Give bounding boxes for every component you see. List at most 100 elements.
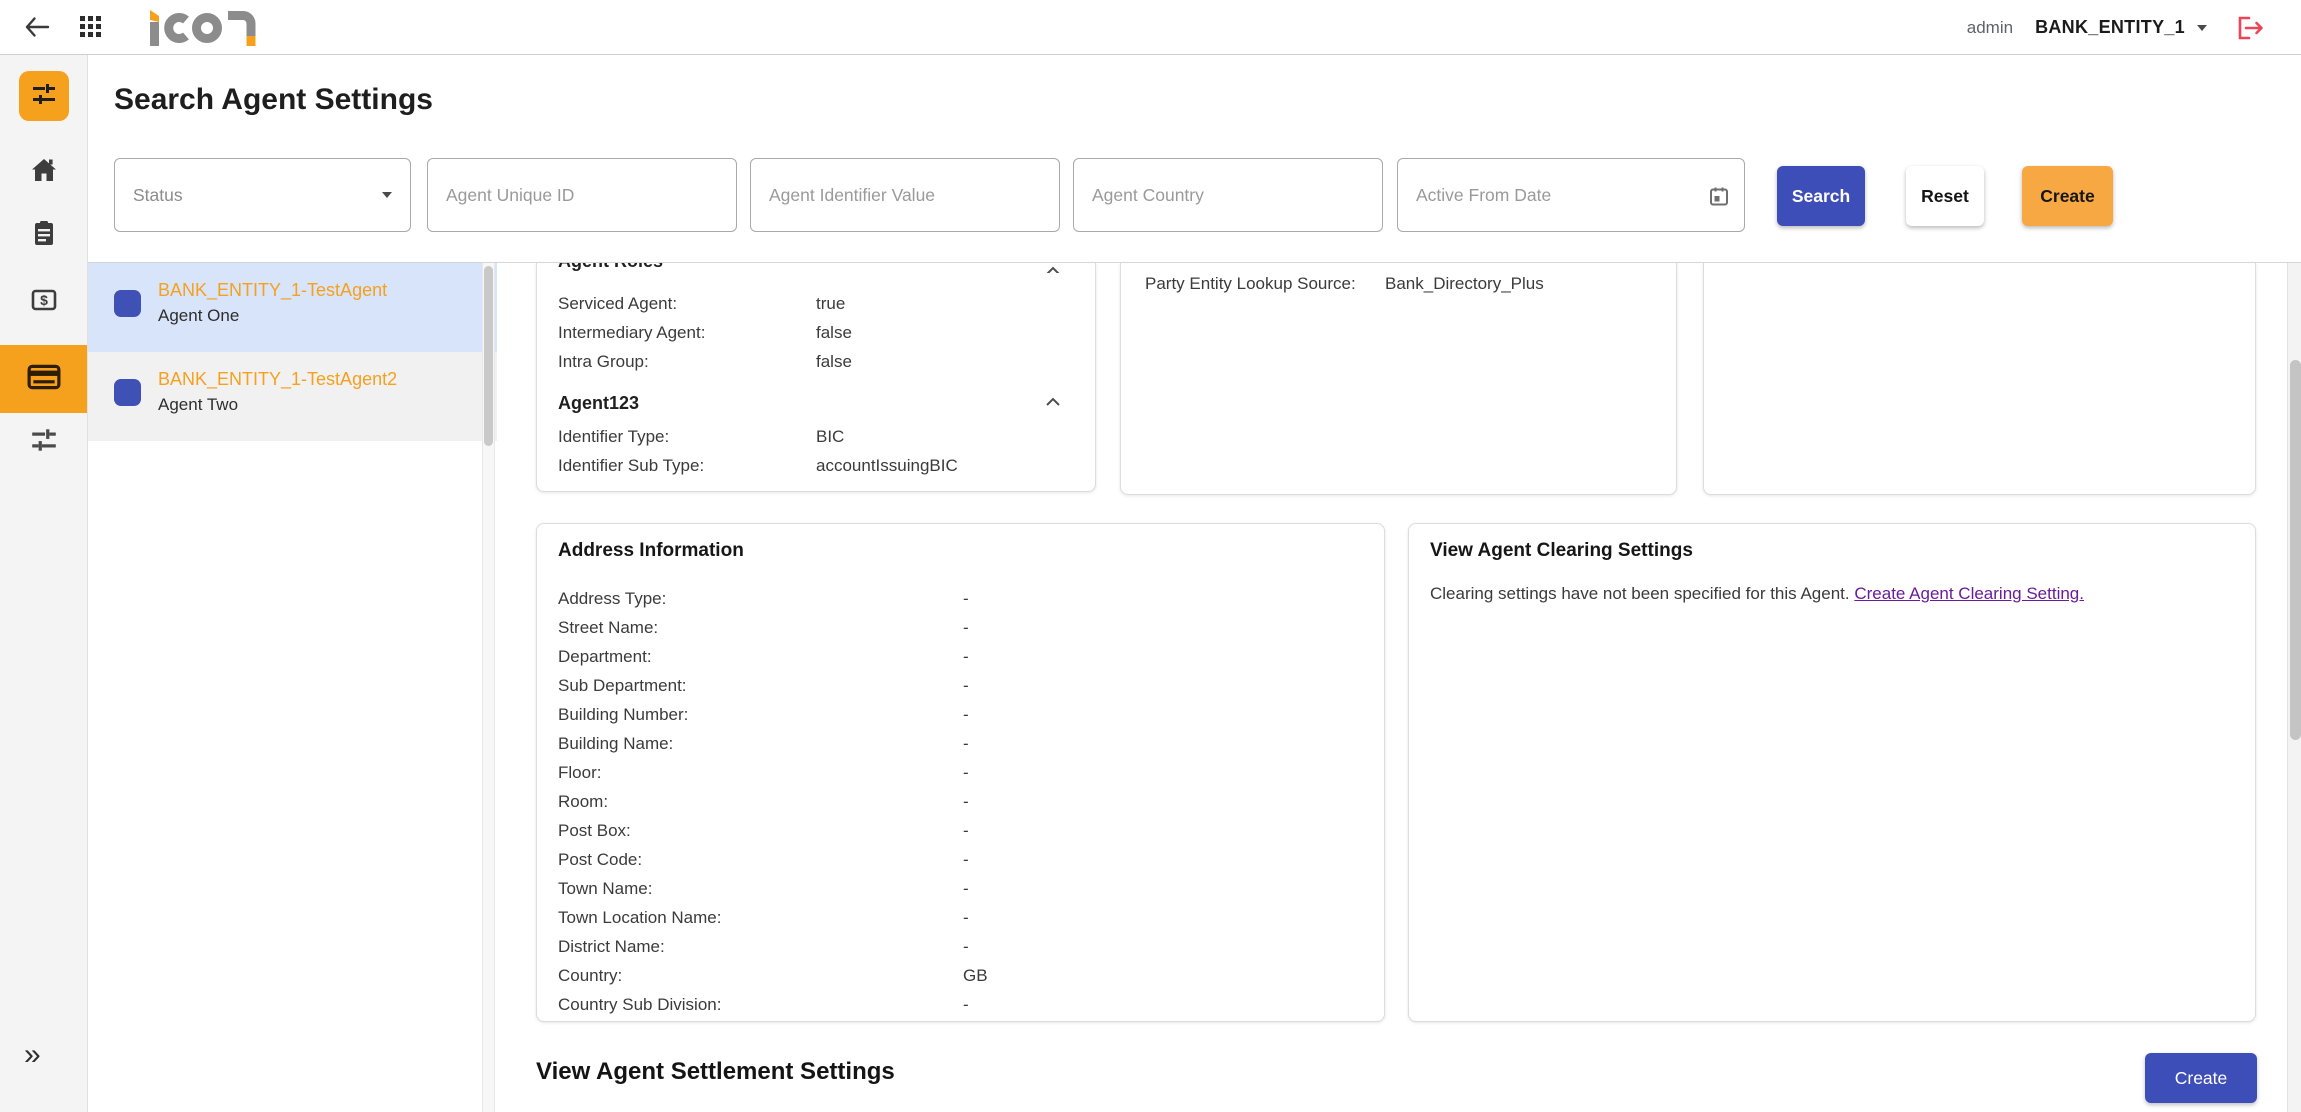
entity-selector[interactable]: BANK_ENTITY_1 — [2035, 17, 2207, 38]
active-from-date-field-wrap — [1397, 158, 1745, 232]
sidebar-expand-icon[interactable]: » — [24, 1040, 41, 1070]
active-from-date-input[interactable] — [1398, 159, 1744, 231]
chevron-down-icon — [382, 192, 392, 198]
field-label: Street Name: — [558, 618, 963, 638]
sidebar-item-payments[interactable]: $ — [30, 287, 58, 318]
settlement-create-button[interactable]: Create — [2145, 1053, 2257, 1103]
agent-status-badge — [114, 290, 141, 317]
agent-list-item[interactable]: BANK_ENTITY_1-TestAgent2 Agent Two — [88, 352, 497, 441]
sidebar-item-home[interactable] — [28, 155, 60, 190]
agent-identifier-value-input[interactable] — [751, 159, 1059, 231]
settlement-section-title: View Agent Settlement Settings — [536, 1058, 895, 1086]
field-label: Post Code: — [558, 850, 963, 870]
field-value: GB — [963, 966, 988, 986]
field-row: District Name: - — [558, 932, 1360, 961]
field-row: Post Code: - — [558, 845, 1360, 874]
sidebar-item-agent-settings[interactable] — [19, 71, 69, 121]
address-information-card: Address Information Address Type: - Stre… — [536, 523, 1385, 1022]
sidebar-item-settings[interactable] — [29, 425, 59, 460]
clipboard-icon — [30, 234, 58, 251]
field-value: - — [963, 618, 969, 638]
sidebar-item-accounts-active[interactable] — [0, 345, 87, 413]
agent-list-scrollbar-thumb[interactable] — [484, 266, 493, 446]
agent-status-badge — [114, 379, 141, 406]
agent-roles-card: Agent Roles Serviced Agent: true Interme… — [536, 263, 1096, 492]
field-row: Room: - — [558, 787, 1360, 816]
field-label: Country Sub Division: — [558, 995, 963, 1015]
search-button[interactable]: Search — [1777, 166, 1865, 226]
tune-icon — [30, 80, 58, 113]
field-label: Identifier Sub Type: — [558, 456, 816, 476]
field-label: Room: — [558, 792, 963, 812]
field-value: - — [963, 879, 969, 899]
field-row: Town Name: - — [558, 874, 1360, 903]
create-clearing-setting-link[interactable]: Create Agent Clearing Setting. — [1854, 584, 2084, 603]
field-row: Building Name: - — [558, 729, 1360, 758]
tune-icon — [29, 442, 59, 459]
field-value: - — [963, 589, 969, 609]
create-button[interactable]: Create — [2022, 166, 2113, 226]
chevron-up-icon[interactable] — [1045, 263, 1061, 273]
status-select[interactable]: Status — [114, 158, 411, 232]
field-value: - — [963, 821, 969, 841]
field-label: Building Number: — [558, 705, 963, 725]
field-row: Address Type: - — [558, 584, 1360, 613]
field-value: false — [816, 323, 852, 343]
field-value: - — [963, 850, 969, 870]
field-label: Identifier Type: — [558, 427, 816, 447]
clearing-card-title: View Agent Clearing Settings — [1430, 540, 2231, 562]
field-row: Town Location Name: - — [558, 903, 1360, 932]
agent-unique-id-input[interactable] — [428, 159, 736, 231]
field-label: Post Box: — [558, 821, 963, 841]
field-row: Country Sub Division: - — [558, 990, 1360, 1019]
field-label: Town Name: — [558, 879, 963, 899]
field-row: Country: GB — [558, 961, 1360, 990]
field-value: - — [963, 734, 969, 754]
content-scrollbar — [2287, 263, 2301, 1112]
page-title: Search Agent Settings — [114, 83, 433, 117]
field-row: Floor: - — [558, 758, 1360, 787]
logout-icon[interactable] — [2235, 15, 2265, 41]
field-label: Sub Department: — [558, 676, 963, 696]
field-row: Street Name: - — [558, 613, 1360, 642]
calendar-icon[interactable] — [1708, 185, 1730, 207]
field-value: - — [963, 937, 969, 957]
user-role-label: admin — [1967, 18, 2013, 38]
results-body: BANK_ENTITY_1-TestAgent Agent One BANK_E… — [88, 263, 2301, 1112]
chevron-down-icon — [2197, 25, 2207, 31]
back-arrow-icon[interactable] — [24, 16, 50, 38]
content-scrollbar-thumb[interactable] — [2290, 360, 2301, 740]
field-value: false — [816, 352, 852, 372]
party-lookup-card: Party Entity Lookup Source: Bank_Directo… — [1120, 263, 1677, 495]
agent-list-panel: BANK_ENTITY_1-TestAgent Agent One BANK_E… — [88, 263, 497, 1112]
search-header-section: Search Agent Settings Status Search Rese… — [88, 55, 2301, 263]
status-placeholder: Status — [133, 185, 183, 206]
sidebar-item-tasks[interactable] — [30, 219, 58, 252]
icon-app-logo — [140, 8, 270, 53]
field-row: Department: - — [558, 642, 1360, 671]
field-label: Intra Group: — [558, 352, 816, 372]
address-card-title: Address Information — [558, 540, 1360, 562]
agent-id-label: BANK_ENTITY_1-TestAgent2 — [158, 369, 485, 390]
field-label: District Name: — [558, 937, 963, 957]
agent-country-input[interactable] — [1074, 159, 1382, 231]
top-bar: admin BANK_ENTITY_1 — [0, 0, 2301, 55]
field-label: Building Name: — [558, 734, 963, 754]
field-value: - — [963, 995, 969, 1015]
field-label: Department: — [558, 647, 963, 667]
reset-button[interactable]: Reset — [1906, 166, 1984, 226]
field-row: Intermediary Agent: false — [558, 318, 1061, 347]
chevron-up-icon[interactable] — [1045, 394, 1061, 412]
field-label: Serviced Agent: — [558, 294, 816, 314]
agent-roles-header: Agent Roles — [558, 263, 663, 273]
clearing-empty-message: Clearing settings have not been specifie… — [1430, 584, 1850, 603]
agent-id-label: BANK_ENTITY_1-TestAgent — [158, 280, 485, 301]
agent-unique-id-field-wrap — [427, 158, 737, 232]
dollar-icon: $ — [30, 300, 58, 317]
agent-list-item[interactable]: BANK_ENTITY_1-TestAgent Agent One — [88, 263, 497, 352]
field-row: Sub Department: - — [558, 671, 1360, 700]
field-value: Bank_Directory_Plus — [1385, 274, 1544, 294]
field-value: - — [963, 763, 969, 783]
field-label: Country: — [558, 966, 963, 986]
apps-grid-icon[interactable] — [80, 16, 104, 40]
